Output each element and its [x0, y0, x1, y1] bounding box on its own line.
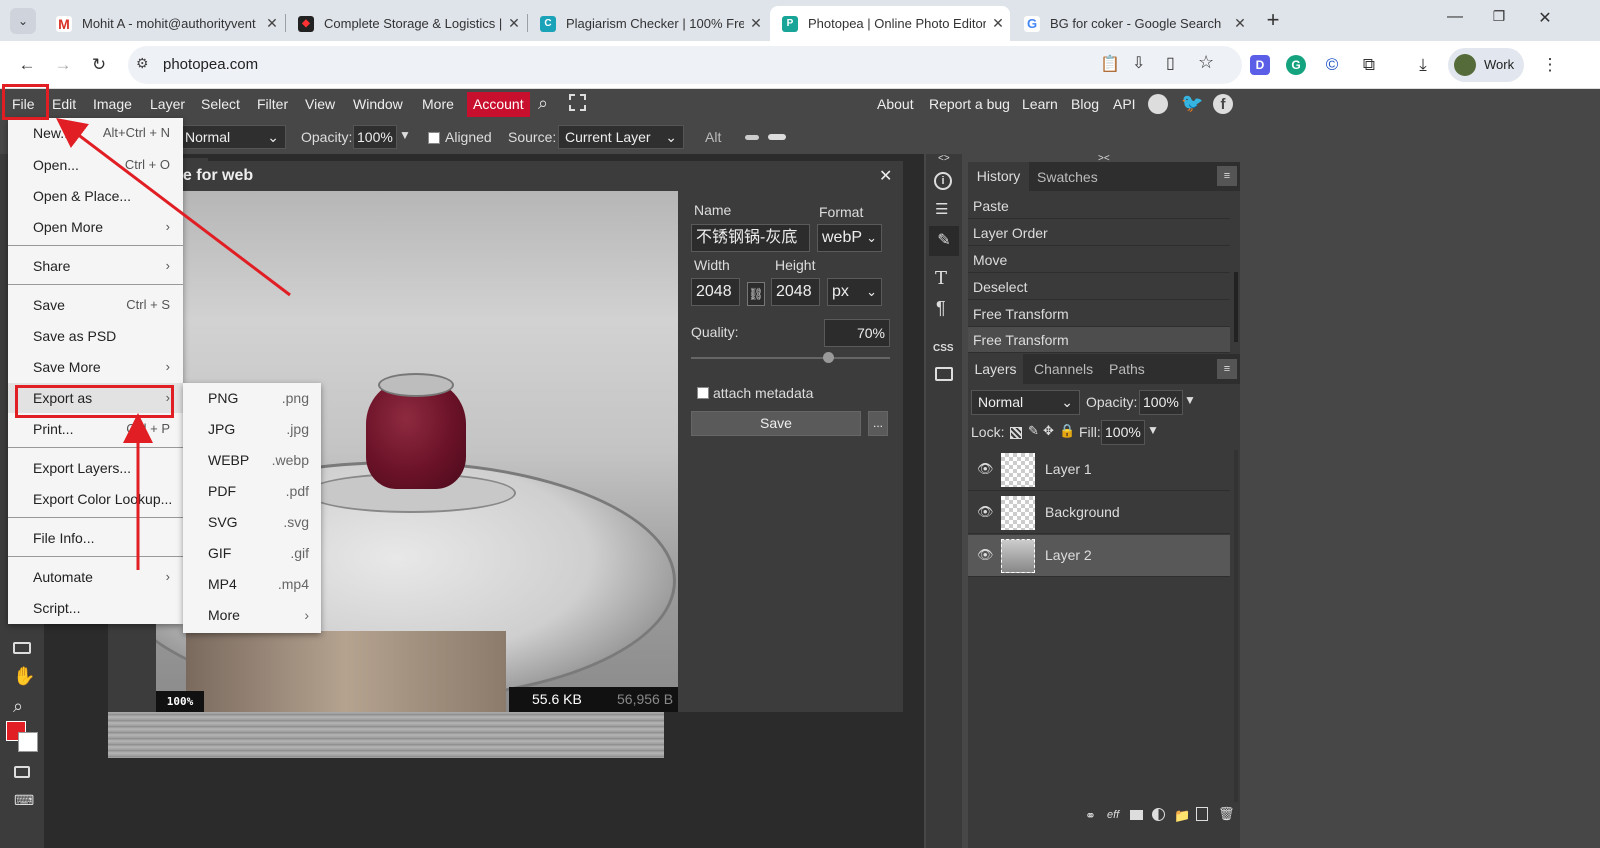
arrow-to-file-menu: [56, 117, 291, 297]
annotation-arrows: [56, 117, 291, 570]
